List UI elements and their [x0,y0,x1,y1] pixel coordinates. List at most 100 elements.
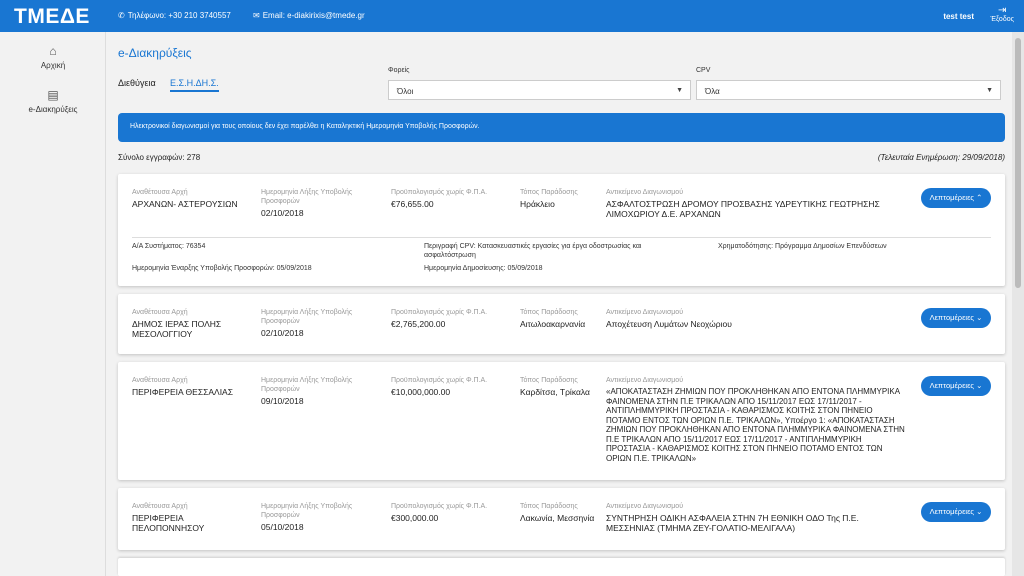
subject-value: ΑΣΦΑΛΤΟΣΤΡΩΣΗ ΔΡΟΜΟΥ ΠΡΟΣΒΑΣΗΣ ΥΔΡΕΥΤΙΚΗ… [606,199,880,219]
deadline-label: Ημερομηνία Λήξης Υποβολής Προσφορών [261,309,353,325]
deadline-col: Ημερομηνία Λήξης Υποβολής Προσφορών 09/10… [261,376,379,406]
subject-col: Αντικείμενο Διαγωνισμού ΑΣΦΑΛΤΟΣΤΡΩΣΗ ΔΡΟ… [606,188,906,219]
caret-down-icon: ▼ [986,87,993,94]
place-value: Λακωνία, Μεσσηνία [520,513,595,523]
tender-card: Αναθέτουσα Αρχή ΑΡΧΑΝΩΝ- ΑΣΤΕΡΟΥΣΙΩΝ Ημερ… [118,174,1005,286]
cpv-select[interactable]: Όλα ▼ [696,80,1001,100]
budget-col: Προϋπολογισμός χωρίς Φ.Π.Α. €2,765,200.00 [391,308,509,329]
home-icon: ⌂ [49,44,57,58]
place-label: Τόπος Παράδοσης [520,309,578,316]
user-name[interactable]: test test [943,12,974,21]
budget-value: €2,765,200.00 [391,319,446,329]
last-updated: (Τελευταία Ενημέρωση: 29/09/2018) [877,153,1005,162]
cpv-description: Περιγραφή CPV: Κατασκευαστικές εργασίες … [424,243,642,259]
foreis-value: Όλοι [397,87,414,96]
deadline-label: Ημερομηνία Λήξης Υποβολής Προσφορών [261,503,353,519]
deadline-col: Ημερομηνία Λήξης Υποβολής Προσφορών 05/10… [261,502,379,532]
sidebar-item-label: Αρχική [40,61,66,70]
tender-card: Αναθέτουσα Αρχή ΠΕΡΙΦΕΡΕΙΑ ΘΕΣΣΑΛΙΑΣ Ημερ… [118,362,1005,480]
subject-value: ΣΥΝΤΗΡΗΣΗ ΟΔΙΚΗ ΑΣΦΑΛΕΙΑ ΣΤΗΝ 7Η ΕΘΝΙΚΗ … [606,513,859,533]
divider [132,237,991,238]
place-label: Τόπος Παράδοσης [520,503,578,510]
authority-value: ΠΕΡΙΦΕΡΕΙΑ ΘΕΣΣΑΛΙΑΣ [132,387,233,397]
logout-button[interactable]: ⇥ Έξοδος [991,5,1015,23]
budget-label: Προϋπολογισμός χωρίς Φ.Π.Α. [391,189,488,196]
logout-label: Έξοδος [990,16,1015,23]
published-date: Ημερομηνία Δημοσίευσης: 05/09/2018 [424,265,543,272]
budget-label: Προϋπολογισμός χωρίς Φ.Π.Α. [391,503,488,510]
document-icon: ▤ [47,88,59,102]
sidebar: ⌂ Αρχική ▤ e-Διακηρύξεις [0,32,106,576]
authority-col: Αναθέτουσα Αρχή ΔΗΜΟΣ ΙΕΡΑΣ ΠΟΛΗΣ ΜΕΣΟΛΟΓ… [132,308,252,339]
cpv-label: CPV [696,67,711,74]
details-toggle-button[interactable]: Λεπτομέρειες ⌄ [921,308,991,328]
details-toggle-button[interactable]: Λεπτομέρειες ⌄ [921,376,991,396]
authority-value: ΔΗΜΟΣ ΙΕΡΑΣ ΠΟΛΗΣ ΜΕΣΟΛΟΓΓΙΟΥ [132,319,222,339]
tender-card: Αναθέτουσα Αρχή ΔΗΜΟΣ ΙΕΡΑΣ ΠΟΛΗΣ ΜΕΣΟΛΟΓ… [118,294,1005,354]
subject-col: Αντικείμενο Διαγωνισμού «ΑΠΟΚΑΤΑΣΤΑΣΗ ΖΗΜ… [606,376,906,463]
funding: Χρηματοδότησης: Πρόγραμμα Δημοσίων Επενδ… [718,243,887,250]
place-col: Τόπος Παράδοσης Καρδίτσα, Τρίκαλα [520,376,602,397]
deadline-value: 09/10/2018 [261,396,304,406]
deadline-value: 02/10/2018 [261,208,304,218]
authority-col: Αναθέτουσα Αρχή ΠΕΡΙΦΕΡΕΙΑ ΠΕΛΟΠΟΝΝΗΣΟΥ [132,502,252,533]
logo[interactable]: ΤΜΕΔΕ [14,5,90,29]
scrollbar[interactable] [1012,32,1024,576]
logout-icon: ⇥ [998,5,1007,16]
deadline-label: Ημερομηνία Λήξης Υποβολής Προσφορών [261,377,353,393]
authority-value: ΠΕΡΙΦΕΡΕΙΑ ΠΕΛΟΠΟΝΝΗΣΟΥ [132,513,205,533]
main-content: e-Διακηρύξεις Διεθύγεια Ε.Σ.Η.ΔΗ.Σ. Φορε… [106,32,1012,576]
budget-col: Προϋπολογισμός χωρίς Φ.Π.Α. €76,655.00 [391,188,509,209]
authority-label: Αναθέτουσα Αρχή [132,309,188,316]
budget-col: Προϋπολογισμός χωρίς Φ.Π.Α. €10,000,000.0… [391,376,509,397]
place-col: Τόπος Παράδοσης Λακωνία, Μεσσηνία [520,502,602,523]
info-banner: Ηλεκτρονικοί διαγωνισμοί για τους οποίου… [118,113,1005,142]
sidebar-item-home[interactable]: ⌂ Αρχική [0,44,106,70]
deadline-label: Ημερομηνία Λήξης Υποβολής Προσφορών [261,189,353,205]
deadline-value: 02/10/2018 [261,328,304,338]
tender-card: Αναθέτουσα Αρχή ΠΕΡΙΦΕΡΕΙΑ ΠΕΛΟΠΟΝΝΗΣΟΥ Η… [118,488,1005,550]
sidebar-item-e-diakiryxeis[interactable]: ▤ e-Διακηρύξεις [0,88,106,114]
top-bar: ΤΜΕΔΕ ✆ Τηλέφωνο: +30 210 3740557 ✉ Email:… [0,0,1024,32]
tender-card [118,558,1005,576]
subject-label: Αντικείμενο Διαγωνισμού [606,377,684,384]
phone-icon: ✆ [118,11,125,20]
phone-contact: ✆ Τηλέφωνο: +30 210 3740557 [118,11,231,20]
deadline-col: Ημερομηνία Λήξης Υποβολής Προσφορών 02/10… [261,188,379,218]
budget-label: Προϋπολογισμός χωρίς Φ.Π.Α. [391,377,488,384]
subject-label: Αντικείμενο Διαγωνισμού [606,309,684,316]
tab-esidis[interactable]: Ε.Σ.Η.ΔΗ.Σ. [170,78,219,92]
cpv-value: Όλα [705,87,720,96]
deadline-col: Ημερομηνία Λήξης Υποβολής Προσφορών 02/10… [261,308,379,338]
budget-value: €10,000,000.00 [391,387,451,397]
caret-down-icon: ▼ [676,87,683,94]
details-toggle-button[interactable]: Λεπτομέρειες ⌄ [921,502,991,522]
deadline-value: 05/10/2018 [261,522,304,532]
budget-value: €300,000.00 [391,513,439,523]
authority-value: ΑΡΧΑΝΩΝ- ΑΣΤΕΡΟΥΣΙΩΝ [132,199,238,209]
phone-text: Τηλέφωνο: +30 210 3740557 [127,11,231,20]
authority-col: Αναθέτουσα Αρχή ΑΡΧΑΝΩΝ- ΑΣΤΕΡΟΥΣΙΩΝ [132,188,252,209]
authority-col: Αναθέτουσα Αρχή ΠΕΡΙΦΕΡΕΙΑ ΘΕΣΣΑΛΙΑΣ [132,376,252,397]
place-value: Καρδίτσα, Τρίκαλα [520,387,590,397]
records-count: Σύνολο εγγραφών: 278 [118,153,201,162]
tab-diethygeia[interactable]: Διεθύγεια [118,78,156,88]
email-text[interactable]: Email: e-diakirixis@tmede.gr [263,11,365,20]
place-value: Ηράκλειο [520,199,555,209]
subject-label: Αντικείμενο Διαγωνισμού [606,503,684,510]
subject-col: Αντικείμενο Διαγωνισμού ΣΥΝΤΗΡΗΣΗ ΟΔΙΚΗ Α… [606,502,906,533]
email-contact[interactable]: ✉ Email: e-diakirixis@tmede.gr [253,11,365,20]
subject-label: Αντικείμενο Διαγωνισμού [606,189,684,196]
details-toggle-button[interactable]: Λεπτομέρειες ⌃ [921,188,991,208]
sidebar-item-label: e-Διακηρύξεις [28,105,78,114]
budget-label: Προϋπολογισμός χωρίς Φ.Π.Α. [391,309,488,316]
subject-col: Αντικείμενο Διαγωνισμού Αποχέτευση Λυμάτω… [606,308,906,329]
foreis-select[interactable]: Όλοι ▼ [388,80,691,100]
place-col: Τόπος Παράδοσης Αιτωλοακαρνανία [520,308,602,329]
envelope-icon: ✉ [253,11,260,20]
scrollbar-thumb[interactable] [1015,38,1021,288]
start-date: Ημερομηνία Έναρξης Υποβολής Προσφορών: 0… [132,265,312,272]
foreis-label: Φορείς [388,67,410,74]
system-number: Α/Α Συστήματος: 76354 [132,243,206,250]
authority-label: Αναθέτουσα Αρχή [132,503,188,510]
